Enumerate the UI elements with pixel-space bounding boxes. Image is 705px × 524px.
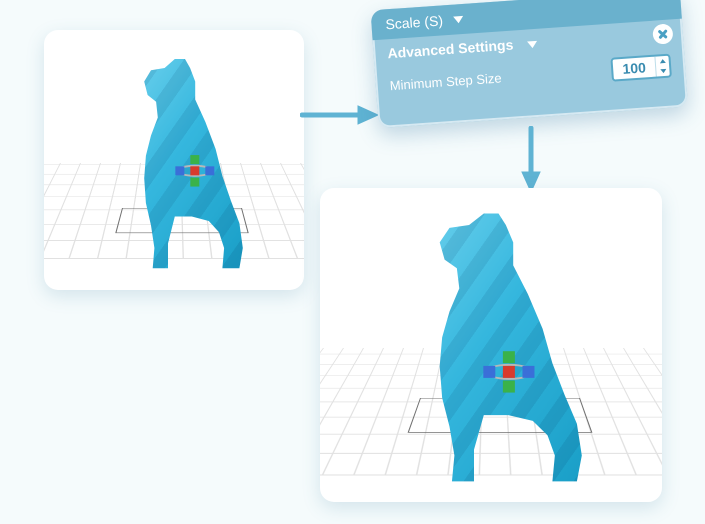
gizmo-handle-y-pos[interactable]: [190, 155, 199, 164]
panel-title: Scale (S): [385, 12, 444, 32]
min-step-size-value[interactable]: [613, 57, 656, 80]
chevron-down-icon: [527, 41, 537, 49]
gizmo-handle-x-pos[interactable]: [522, 366, 534, 378]
gizmo-handle-center[interactable]: [190, 166, 199, 175]
gizmo-handle-y-neg[interactable]: [503, 381, 515, 393]
viewport-before: [44, 30, 304, 290]
field-label: Minimum Step Size: [389, 70, 502, 93]
transform-gizmo[interactable]: [169, 145, 221, 197]
transform-gizmo[interactable]: [475, 338, 543, 406]
min-step-size-input[interactable]: [610, 54, 672, 82]
scene[interactable]: [320, 188, 662, 502]
stepper: [654, 56, 669, 77]
gizmo-handle-center[interactable]: [503, 366, 515, 378]
gizmo-handle-x-pos[interactable]: [205, 166, 214, 175]
gizmo-handle-y-neg[interactable]: [190, 178, 199, 187]
section-title[interactable]: Advanced Settings: [387, 37, 514, 62]
scale-settings-panel: Scale (S) Advanced Settings Minimum Step…: [371, 0, 688, 128]
chevron-down-icon: [453, 15, 463, 23]
close-button[interactable]: [652, 23, 673, 44]
viewport-after: [320, 188, 662, 502]
gizmo-handle-x-neg[interactable]: [483, 366, 495, 378]
gizmo-handle-x-neg[interactable]: [175, 166, 184, 175]
scene[interactable]: [44, 30, 304, 290]
arrow-down-icon: [516, 126, 546, 196]
stepper-down-button[interactable]: [656, 66, 670, 77]
gizmo-handle-y-pos[interactable]: [503, 351, 515, 363]
arrow-right-icon: [300, 100, 380, 130]
